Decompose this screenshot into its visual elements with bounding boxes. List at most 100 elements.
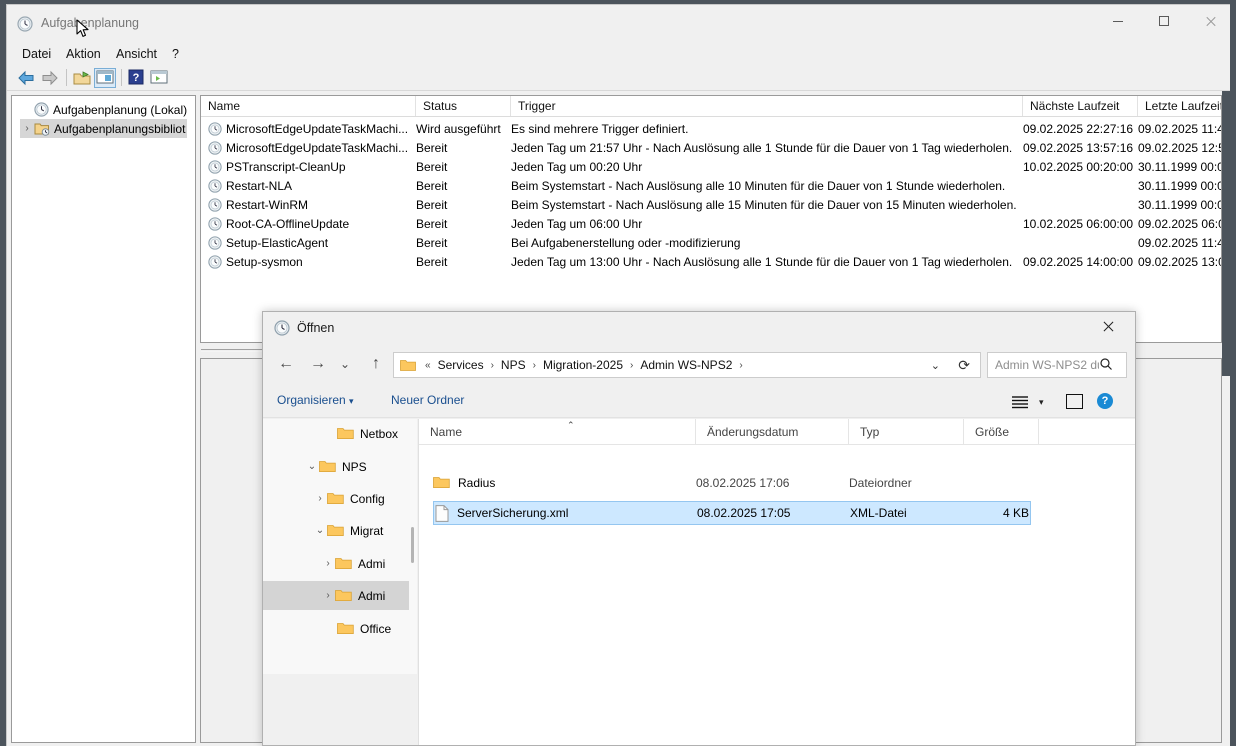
view-mode-icon[interactable] — [1011, 395, 1029, 412]
menu-help[interactable]: ? — [167, 46, 184, 62]
list-item[interactable]: Radius 08.02.2025 17:06 Dateiordner — [433, 472, 1031, 496]
table-row[interactable]: MicrosoftEdgeUpdateTaskMachi... Wird aus… — [201, 119, 1221, 138]
help-icon[interactable]: ? — [1097, 393, 1113, 409]
nav-item-nps[interactable]: ⌄ NPS — [263, 452, 416, 481]
list-item[interactable]: ServerSicherung.xml 08.02.2025 17:05 XML… — [433, 501, 1031, 525]
breadcrumb-item-nps[interactable]: NPS — [498, 358, 529, 372]
column-header-name[interactable]: Name — [201, 96, 416, 116]
scrollbar-track[interactable] — [1222, 376, 1230, 746]
menu-aktion[interactable]: Aktion — [61, 46, 106, 62]
task-status-cell: Wird ausgeführt — [416, 121, 501, 136]
sort-ascending-icon: ⌃ — [567, 420, 575, 430]
dialog-titlebar[interactable]: Öffnen — [263, 312, 1135, 344]
tree-chevron-icon[interactable]: › — [321, 558, 335, 569]
column-header-status[interactable]: Status — [416, 96, 511, 116]
folder-icon — [337, 622, 354, 636]
new-window-icon[interactable] — [150, 69, 170, 87]
task-name-cell: Setup-ElasticAgent — [201, 233, 416, 252]
scrollbar-thumb[interactable] — [411, 527, 414, 563]
maximize-button[interactable] — [1141, 5, 1187, 37]
table-row[interactable]: Root-CA-OfflineUpdate Bereit Jeden Tag u… — [201, 214, 1221, 233]
column-header-next-run[interactable]: Nächste Laufzeit — [1023, 96, 1138, 116]
task-last-run-cell: 09.02.2025 06:00: — [1138, 216, 1221, 231]
table-row[interactable]: PSTranscript-CleanUp Bereit Jeden Tag um… — [201, 157, 1221, 176]
task-status-cell: Bereit — [416, 235, 448, 250]
show-folder-icon[interactable] — [72, 69, 92, 87]
nav-item-label: Admi — [358, 588, 386, 603]
task-last-run-cell: 09.02.2025 11:46: — [1138, 121, 1221, 136]
show-console-tree-icon[interactable] — [94, 68, 116, 88]
new-folder-button[interactable]: Neuer Ordner — [391, 393, 464, 407]
tree-chevron-icon[interactable]: ⌄ — [313, 525, 327, 536]
clock-icon — [208, 197, 222, 212]
chevron-down-icon: ▾ — [349, 396, 354, 406]
search-icon[interactable] — [1099, 357, 1113, 374]
nav-item-migration[interactable]: ⌄ Migrat — [263, 516, 416, 545]
clock-icon — [208, 178, 222, 193]
clock-icon — [274, 320, 290, 336]
file-column-header-name[interactable]: Name — [419, 419, 696, 444]
breadcrumb-overflow[interactable]: « — [421, 360, 435, 371]
chevron-down-icon[interactable]: ▾ — [1039, 397, 1044, 408]
window-vertical-scrollbar[interactable] — [1222, 91, 1230, 746]
tree-chevron-icon[interactable]: › — [20, 123, 34, 134]
breadcrumb[interactable]: « Services › NPS › Migration-2025 › Admi… — [393, 352, 981, 378]
file-column-header-modified[interactable]: Änderungsdatum — [696, 419, 849, 444]
search-input[interactable]: Admin WS-NPS2 durchsuch... — [987, 352, 1127, 378]
task-trigger-cell: Jeden Tag um 00:20 Uhr — [511, 159, 643, 174]
dialog-close-button[interactable] — [1085, 312, 1131, 342]
table-row[interactable]: Restart-WinRM Bereit Beim Systemstart - … — [201, 195, 1221, 214]
task-list-header: Name Status Trigger Nächste Laufzeit Let… — [201, 96, 1221, 117]
file-size-cell: 4 KB — [1002, 506, 1029, 520]
nav-item-config[interactable]: › Config — [263, 484, 416, 513]
tree-chevron-icon[interactable]: › — [313, 493, 327, 504]
help-icon[interactable]: ? — [127, 69, 147, 87]
up-button[interactable]: ↑ — [361, 349, 391, 379]
menu-datei[interactable]: Datei — [17, 46, 56, 62]
tree-item-aufgabenplanungsbibliothek[interactable]: › Aufgabenplanungsbibliot — [20, 119, 188, 138]
breadcrumb-item-migration[interactable]: Migration-2025 — [540, 358, 626, 372]
window-titlebar[interactable]: Aufgabenplanung — [7, 5, 1230, 43]
nav-item-admin-1[interactable]: › Admi — [263, 549, 416, 578]
folder-icon — [327, 492, 344, 506]
breadcrumb-item-admin-ws-nps2[interactable]: Admin WS-NPS2 — [637, 358, 735, 372]
file-column-header-type[interactable]: Typ — [849, 419, 964, 444]
tree-chevron-icon[interactable]: ⌄ — [305, 461, 319, 472]
back-button[interactable]: ← — [271, 349, 301, 379]
organize-button[interactable]: Organisieren ▾ — [277, 393, 354, 407]
close-button[interactable] — [1187, 5, 1230, 37]
breadcrumb-item-services[interactable]: Services — [435, 358, 487, 372]
tree-chevron-icon[interactable]: › — [321, 590, 335, 601]
file-name-cell: Radius — [433, 472, 696, 494]
column-header-last-run[interactable]: Letzte Laufzeit — [1138, 96, 1221, 116]
nav-item-admin-2[interactable]: › Admi — [263, 581, 416, 610]
menu-ansicht[interactable]: Ansicht — [111, 46, 162, 62]
task-next-run-cell — [1023, 176, 1138, 195]
forward-arrow-icon[interactable] — [40, 69, 60, 87]
folder-icon — [400, 359, 416, 372]
table-row[interactable]: MicrosoftEdgeUpdateTaskMachi... Bereit J… — [201, 138, 1221, 157]
nav-item-netbox[interactable]: Netbox — [263, 419, 416, 448]
nav-item-office[interactable]: Office — [263, 614, 416, 643]
scrollbar-thumb[interactable] — [1222, 91, 1230, 371]
task-name-label: PSTranscript-CleanUp — [226, 159, 346, 174]
preview-pane-icon[interactable] — [1066, 394, 1083, 409]
folder-icon — [335, 589, 352, 603]
file-column-header-size[interactable]: Größe — [964, 419, 1039, 444]
minimize-button[interactable] — [1095, 5, 1141, 37]
breadcrumb-trailing-separator-icon[interactable]: › — [735, 360, 746, 371]
table-row[interactable]: Restart-NLA Bereit Beim Systemstart - Na… — [201, 176, 1221, 195]
back-arrow-icon[interactable] — [16, 69, 36, 87]
minimize-icon — [1113, 20, 1123, 22]
nav-pane-scrollbar[interactable] — [409, 419, 417, 674]
table-row[interactable]: Setup-sysmon Bereit Jeden Tag um 13:00 U… — [201, 252, 1221, 271]
recent-locations-button[interactable]: ⌄ — [333, 349, 357, 379]
refresh-icon[interactable]: ⟳ — [958, 357, 970, 374]
clock-icon — [208, 140, 222, 155]
chevron-down-icon[interactable]: ⌄ — [931, 359, 940, 372]
column-header-trigger[interactable]: Trigger — [511, 96, 1023, 116]
tree-item-aufgabenplanung-lokal[interactable]: Aufgabenplanung (Lokal) — [20, 100, 187, 119]
table-row[interactable]: Setup-ElasticAgent Bereit Bei Aufgabener… — [201, 233, 1221, 252]
task-status-cell: Bereit — [416, 197, 448, 212]
forward-button[interactable]: → — [303, 349, 333, 379]
